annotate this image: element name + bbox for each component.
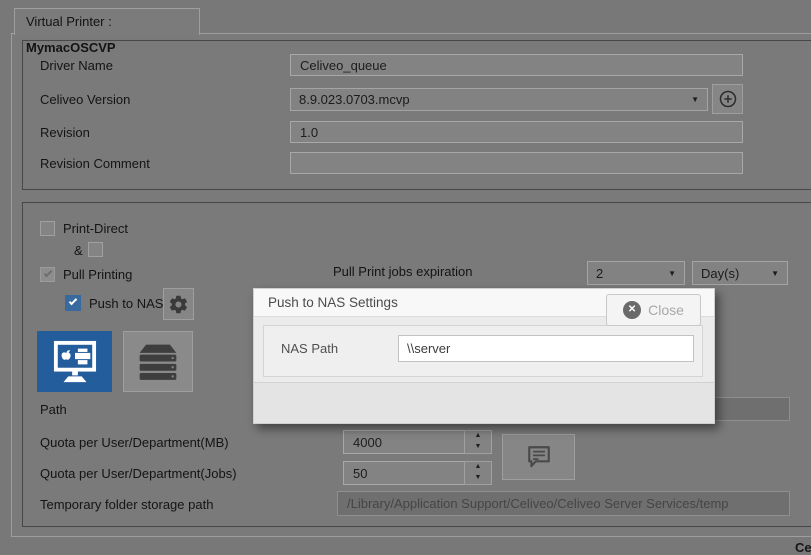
brand-text: Ce (795, 540, 811, 555)
nas-server-destination-button[interactable] (123, 331, 193, 392)
expiration-unit: Day(s) (701, 265, 740, 281)
revision-label: Revision (40, 125, 90, 140)
nas-path-label: NAS Path (281, 341, 339, 356)
plus-circle-icon (719, 90, 736, 108)
expiration-value-select[interactable]: 2 ▼ (587, 261, 685, 285)
dialog-footer (254, 382, 714, 423)
and-label: & (74, 243, 83, 258)
push-to-nas-checkbox[interactable] (65, 295, 81, 311)
dialog-title: Push to NAS Settings (268, 295, 398, 310)
nas-settings-button[interactable] (163, 288, 194, 320)
temp-folder-input (337, 491, 790, 516)
checkmark-icon (68, 296, 78, 306)
celiveo-version-select[interactable]: 8.9.023.0703.mcvp ▼ (290, 88, 708, 111)
print-direct-checkbox[interactable] (40, 221, 55, 236)
server-stack-icon (139, 344, 177, 380)
chevron-down-icon: ▼ (668, 268, 676, 278)
quota-jobs-input[interactable] (343, 461, 465, 485)
pull-printing-label: Pull Printing (63, 267, 133, 282)
checkmark-icon (43, 268, 52, 278)
x-circle-icon: ✕ (623, 301, 642, 319)
chevron-down-icon: ▼ (771, 268, 779, 278)
tab-printer-name: MymacOSCVP (26, 40, 116, 55)
dialog-close-button[interactable]: ✕ Close (606, 294, 701, 326)
speech-bubble-icon (527, 446, 550, 468)
quota-jobs-label: Quota per User/Department(Jobs) (40, 466, 237, 481)
virtual-printer-destination-button[interactable] (37, 331, 112, 392)
stepper-down-icon[interactable]: ▼ (465, 442, 491, 453)
push-to-nas-dialog: Push to NAS Settings × NAS Path ✕ Close (253, 288, 715, 424)
tab-virtual-printer[interactable]: Virtual Printer : MymacOSCVP (14, 8, 200, 55)
quota-mb-input[interactable] (343, 430, 465, 454)
chevron-down-icon: ▼ (691, 95, 699, 104)
print-direct-label: Print-Direct (63, 221, 129, 236)
pull-print-expiration-label: Pull Print jobs expiration (333, 264, 473, 279)
gear-icon (169, 295, 187, 313)
quota-comment-button[interactable] (502, 434, 575, 480)
tab-label-prefix: Virtual Printer : (26, 14, 112, 29)
nas-path-input[interactable] (398, 335, 694, 362)
driver-name-input[interactable] (290, 54, 743, 76)
path-label: Path (40, 402, 67, 417)
and-checkbox[interactable] (88, 242, 103, 257)
revision-comment-input[interactable] (290, 152, 743, 174)
push-to-nas-label: Push to NAS (89, 296, 164, 311)
temp-folder-label: Temporary folder storage path (40, 497, 214, 512)
quota-jobs-stepper: ▲ ▼ (464, 461, 492, 485)
celiveo-version-value: 8.9.023.0703.mcvp (299, 92, 410, 107)
mac-printer-icon (53, 340, 96, 382)
expiration-value: 2 (596, 265, 604, 281)
quota-mb-stepper: ▲ ▼ (464, 430, 492, 454)
stepper-up-icon[interactable]: ▲ (465, 462, 491, 473)
close-button-label: Close (648, 302, 684, 318)
pull-printing-checkbox (40, 267, 55, 282)
revision-comment-label: Revision Comment (40, 156, 150, 171)
quota-mb-label: Quota per User/Department(MB) (40, 435, 229, 450)
celiveo-version-label: Celiveo Version (40, 92, 131, 107)
add-version-button[interactable] (712, 84, 743, 114)
virtual-printer-settings-screen: Virtual Printer : MymacOSCVP Driver Name… (0, 0, 811, 555)
stepper-down-icon[interactable]: ▼ (465, 473, 491, 484)
stepper-up-icon[interactable]: ▲ (465, 431, 491, 442)
revision-input[interactable] (290, 121, 743, 143)
expiration-unit-select[interactable]: Day(s) ▼ (692, 261, 788, 285)
